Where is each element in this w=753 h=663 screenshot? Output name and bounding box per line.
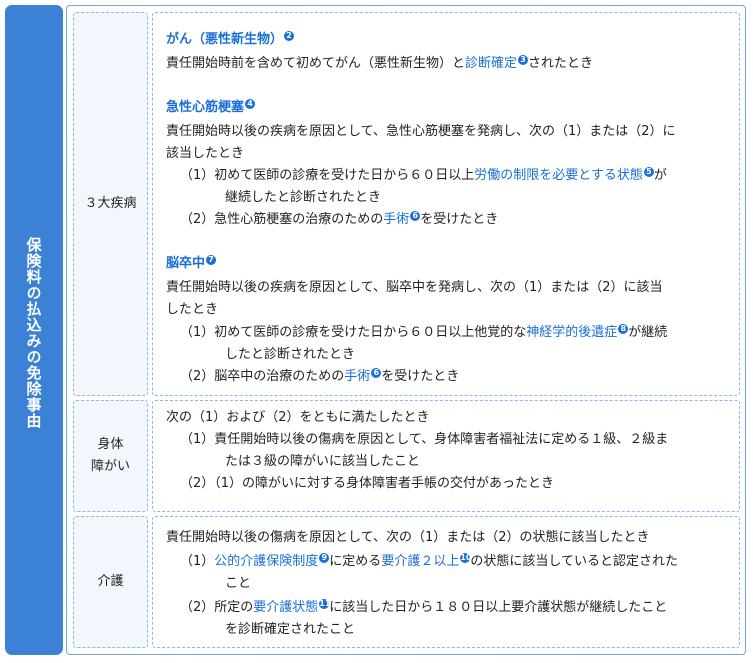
- side-banner-label: 保険料の払込みの免除事由: [24, 237, 43, 429]
- surgery-link[interactable]: 手術: [344, 369, 370, 384]
- diagnosis-link[interactable]: 診断確定: [465, 56, 517, 71]
- row-label-text: 身体: [97, 437, 124, 452]
- care-level-link[interactable]: 要介護２以上: [381, 554, 459, 569]
- cancer-condition: 責任開始時前を含めて初めてがん（悪性新生物）と診断確定 3 されたとき: [166, 55, 593, 73]
- note-badge[interactable]: 9: [319, 553, 330, 563]
- stroke-item1-cont: したと診断されたとき: [225, 347, 356, 362]
- text: に定める: [329, 554, 382, 569]
- disability-condition: 次の（1）および（2）をともに満たしたとき: [166, 410, 430, 425]
- mi-condition-line1: 責任開始時以後の疾病を原因として、急性心筋梗塞を発病し、次の（1）または（2）に: [166, 124, 676, 139]
- row-label-three-diseases: ３大疾病: [73, 12, 148, 396]
- text: が継続: [628, 325, 668, 340]
- text: に該当した日から１８０日以上要介護状態が継続したこと: [329, 600, 668, 615]
- row-label-text: 介護: [97, 574, 124, 589]
- stroke-condition-line2: したとき: [166, 302, 219, 317]
- row-content-disability: 次の（1）および（2）をともに満たしたとき （1）責任開始時以後の傷病を原因とし…: [152, 400, 740, 512]
- note-badge[interactable]: 3: [518, 55, 529, 65]
- text: の状態に該当していると認定された: [470, 554, 678, 569]
- text: を受けたとき: [420, 212, 499, 227]
- text: が: [653, 168, 667, 183]
- work-limit-link[interactable]: 労働の制限を必要とする状態: [474, 168, 643, 183]
- text: （1）初めて医師の診療を受けた日から６０日以上: [180, 168, 475, 183]
- disability-item2: （2）（1）の障がいに対する身体障害者手帳の交付があったとき: [180, 476, 555, 491]
- mi-condition-line2: 該当したとき: [166, 146, 245, 161]
- surgery-link[interactable]: 手術: [383, 212, 409, 227]
- care-state-link[interactable]: 要介護状態: [253, 600, 318, 615]
- row-label-text: 障がい: [90, 459, 130, 474]
- stroke-item2: （2）脳卒中の治療のための手術 6 を受けたとき: [180, 368, 459, 386]
- mi-item2: （2）急性心筋梗塞の治療のための手術 6 を受けたとき: [180, 211, 498, 229]
- note-badge[interactable]: 6: [410, 211, 421, 221]
- row-content-care: 責任開始時以後の傷病を原因として、次の（1）または（2）の状態に該当したとき （…: [152, 516, 740, 648]
- section-title-cancer: がん（悪性新生物） 2: [166, 31, 295, 49]
- row-content-three-diseases: がん（悪性新生物） 2 責任開始時前を含めて初めてがん（悪性新生物）と診断確定 3 さ…: [152, 12, 740, 396]
- stroke-title-link[interactable]: 脳卒中: [166, 256, 205, 271]
- text: （1）初めて医師の診療を受けた日から６０日以上他覚的な: [180, 325, 527, 340]
- text: （2）脳卒中の治療のための: [180, 369, 345, 384]
- note-badge[interactable]: 11: [319, 599, 330, 609]
- text: 責任開始時前を含めて初めてがん（悪性新生物）と: [166, 56, 466, 71]
- note-badge[interactable]: 5: [643, 167, 654, 177]
- text: されたとき: [528, 56, 594, 71]
- cancer-title-link[interactable]: がん（悪性新生物）: [166, 32, 283, 47]
- section-title-mi: 急性心筋梗塞 4: [166, 99, 256, 117]
- text: を受けたとき: [381, 369, 460, 384]
- text: （1）: [180, 554, 215, 569]
- care-item2: （2）所定の要介護状態11に該当した日から１８０日以上要介護状態が継続したこと: [180, 599, 667, 617]
- row-label-text: ３大疾病: [84, 196, 137, 211]
- care-condition: 責任開始時以後の傷病を原因として、次の（1）または（2）の状態に該当したとき: [166, 530, 650, 545]
- care-item2-cont: を診断確定されたこと: [225, 622, 356, 637]
- note-badge[interactable]: 4: [245, 99, 256, 109]
- text: （2）所定の: [180, 600, 254, 615]
- care-item1: （1）公的介護保険制度 9 に定める要介護２以上10の状態に該当していると認定された: [180, 553, 678, 571]
- note-badge[interactable]: 2: [284, 31, 295, 41]
- stroke-condition-line1: 責任開始時以後の疾病を原因として、脳卒中を発病し、次の（1）または（2）に該当: [166, 280, 663, 295]
- stroke-item1: （1）初めて医師の診療を受けた日から６０日以上他覚的な神経学的後遺症 8 が継続: [180, 324, 667, 342]
- note-badge[interactable]: 8: [618, 324, 629, 334]
- care-item1-cont: こと: [225, 576, 252, 591]
- text: （2）急性心筋梗塞の治療のための: [180, 212, 384, 227]
- disability-item1-cont: たは３級の障がいに該当したこと: [225, 454, 421, 469]
- note-badge[interactable]: 10: [460, 553, 471, 563]
- row-label-disability: 身体 障がい: [73, 400, 148, 512]
- row-label-care: 介護: [73, 516, 148, 648]
- public-care-link[interactable]: 公的介護保険制度: [214, 554, 318, 569]
- mi-title-link[interactable]: 急性心筋梗塞: [166, 100, 244, 115]
- mi-item1: （1）初めて医師の診療を受けた日から６０日以上労働の制限を必要とする状態 5 が: [180, 167, 667, 185]
- note-badge[interactable]: 6: [371, 368, 382, 378]
- neuro-sequela-link[interactable]: 神経学的後遺症: [526, 325, 617, 340]
- section-title-stroke: 脳卒中 7: [166, 255, 217, 273]
- mi-item1-cont: 継続したと診断されたとき: [225, 190, 382, 205]
- exemption-table: ３大疾病 がん（悪性新生物） 2 責任開始時前を含めて初めてがん（悪性新生物）と診…: [66, 5, 746, 655]
- note-badge[interactable]: 7: [206, 255, 217, 265]
- side-banner: 保険料の払込みの免除事由: [5, 5, 63, 655]
- disability-item1: （1）責任開始時以後の傷病を原因として、身体障害者福祉法に定める１級、２級ま: [180, 432, 669, 447]
